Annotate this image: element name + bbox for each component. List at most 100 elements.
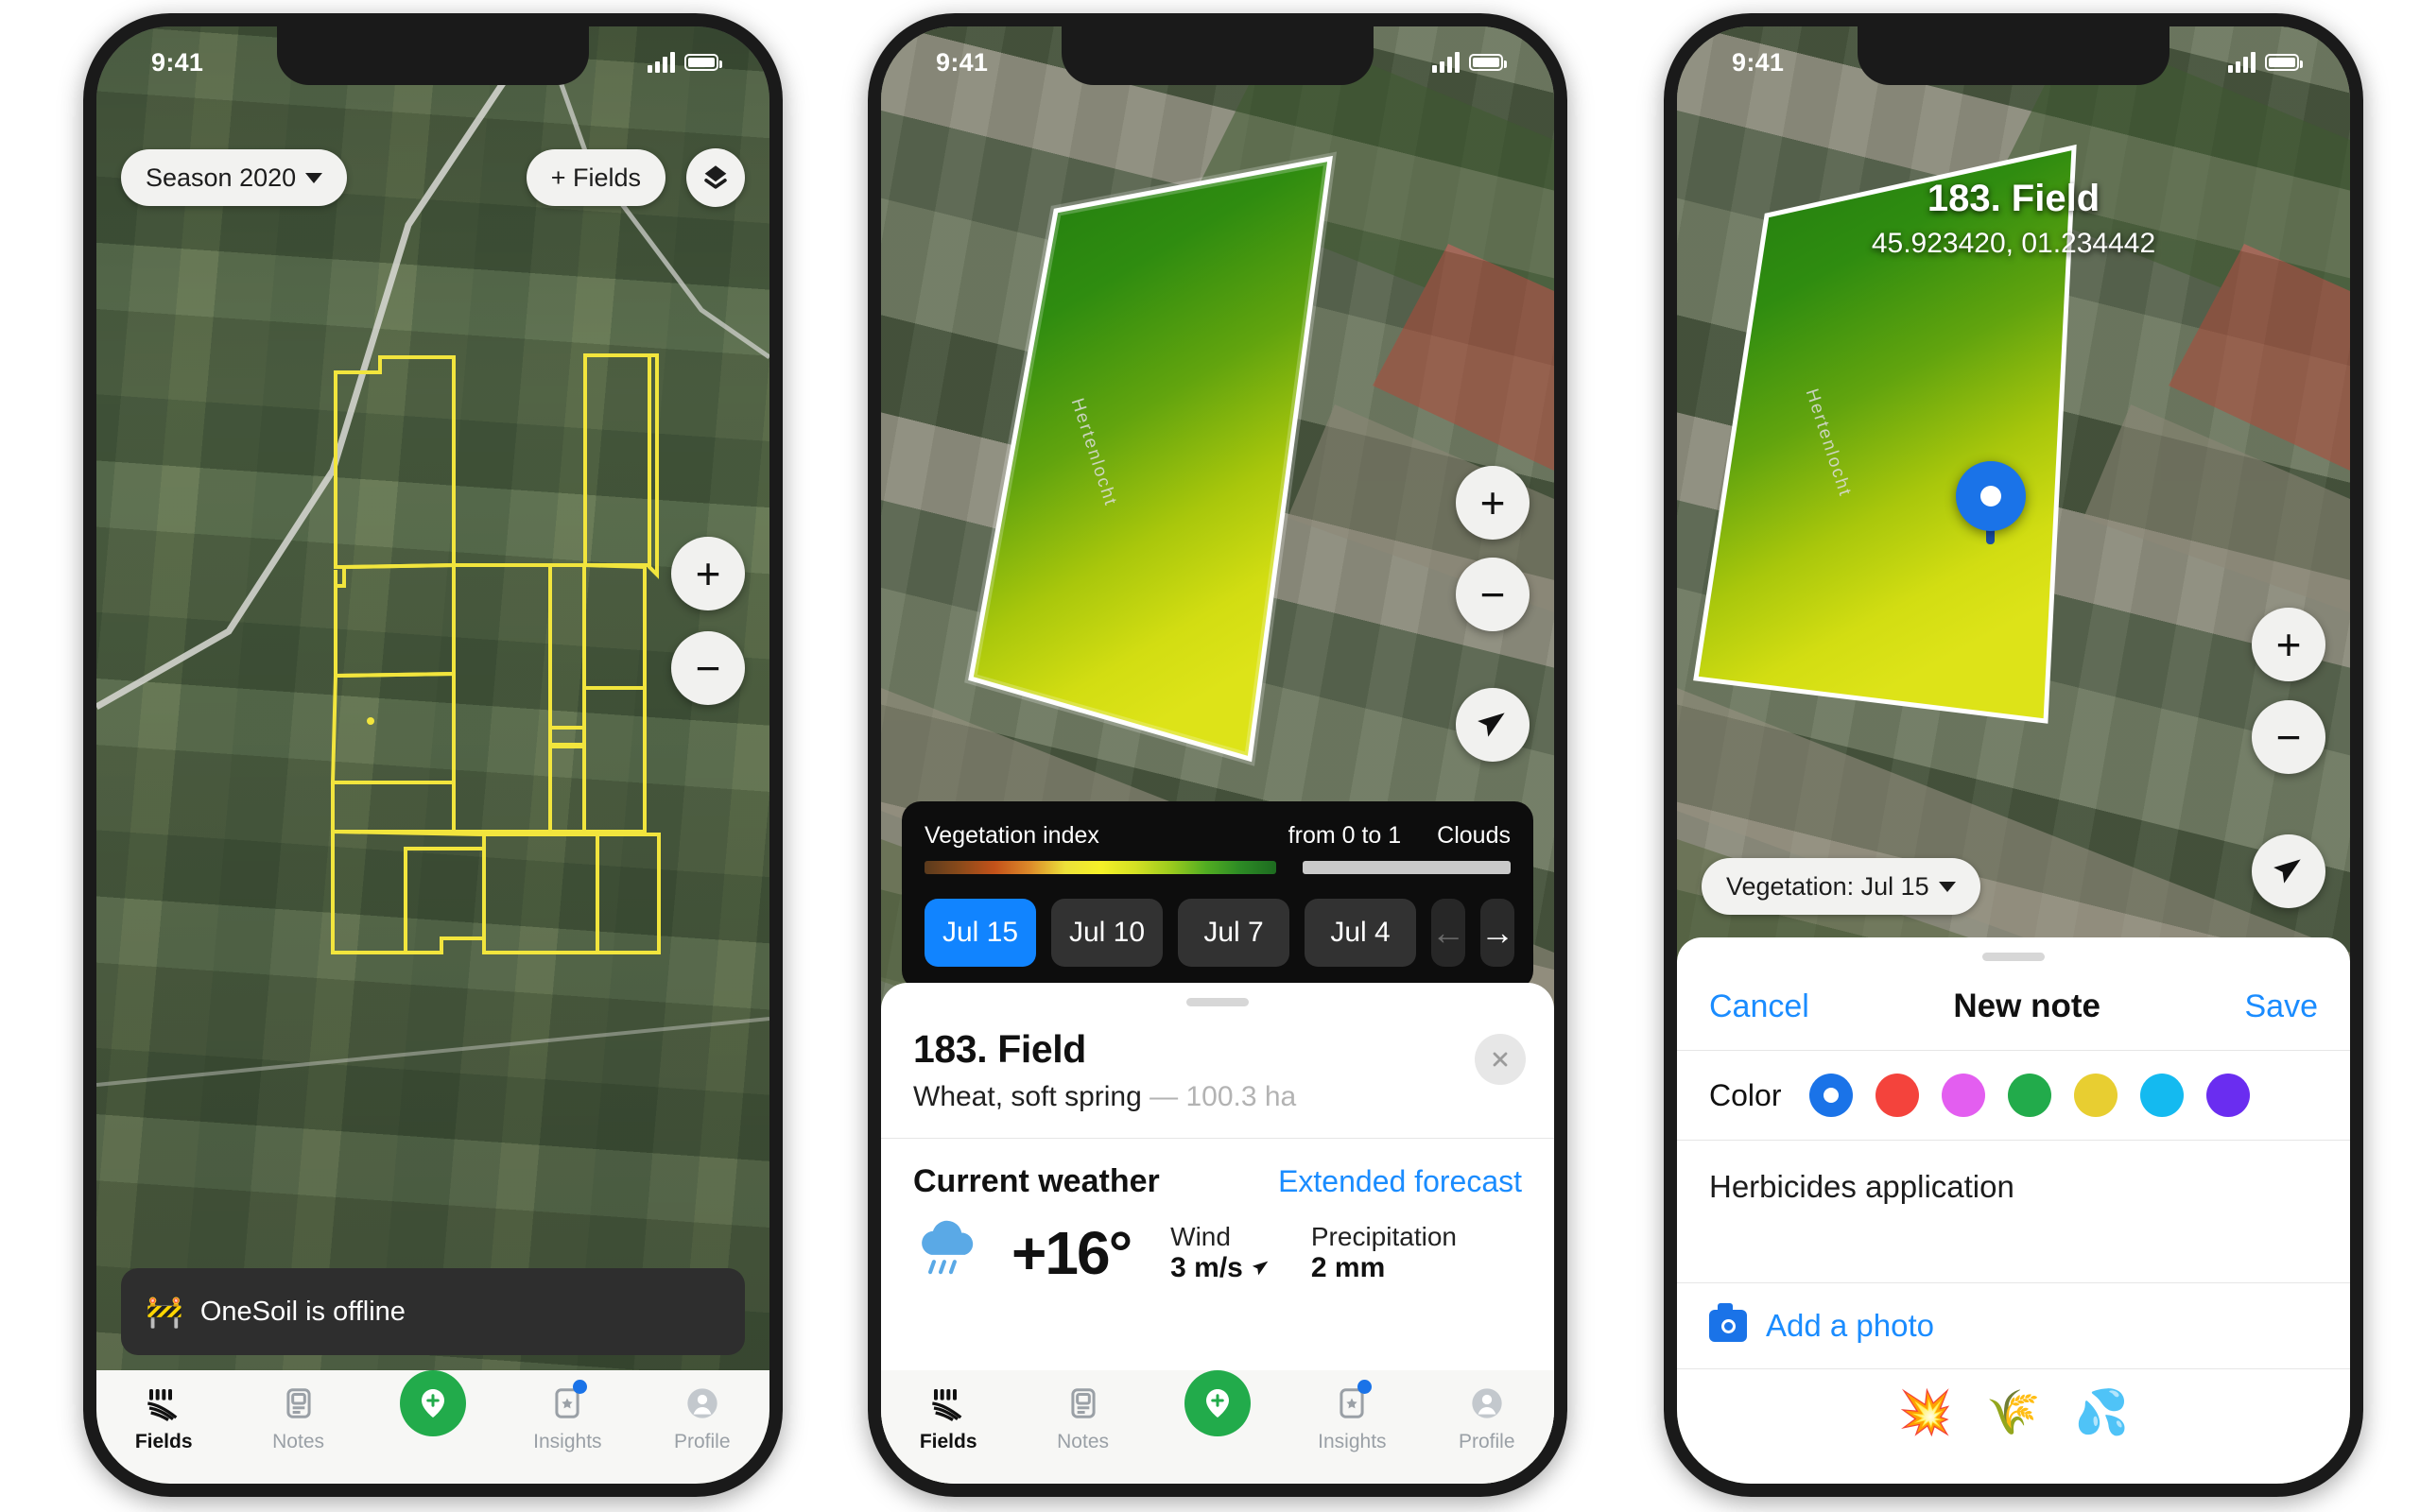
date-selector: Jul 15 Jul 10 Jul 7 Jul 4 ← → <box>925 899 1514 967</box>
note-sheet-grabber[interactable] <box>1982 953 2045 961</box>
tab-profile[interactable]: Profile <box>1428 1382 1546 1453</box>
color-swatch-green[interactable] <box>2008 1074 2052 1117</box>
sheet-grabber[interactable] <box>1186 998 1249 1006</box>
date-button[interactable]: Jul 10 <box>1051 899 1163 967</box>
signal-icon <box>2228 52 2256 73</box>
temperature-value: +16° <box>1011 1218 1132 1287</box>
tab-fields[interactable]: Fields <box>890 1382 1007 1453</box>
notes-icon <box>281 1382 317 1425</box>
signal-icon <box>648 52 675 73</box>
vegetation-legend-panel: Vegetation index from 0 to 1 Clouds Jul … <box>902 801 1533 989</box>
layers-button[interactable] <box>686 148 745 207</box>
status-bar-3: 9:41 <box>1677 26 2350 87</box>
phone-3-new-note: Hertenlocht 9:41 183. Field 45.923420, 0… <box>1664 13 2363 1497</box>
phone-2-field-detail: Hertenlocht 9:41 + − Vegetation index fr… <box>868 13 1567 1497</box>
explosion-emoji[interactable]: 💥 <box>1898 1386 1952 1438</box>
close-icon <box>1493 1052 1508 1067</box>
date-button[interactable]: Jul 4 <box>1305 899 1416 967</box>
field-bottom-sheet: 183. Field Wheat, soft spring — 100.3 ha… <box>881 983 1554 1484</box>
status-bar-1: 9:41 <box>96 26 769 87</box>
status-time: 9:41 <box>936 47 989 77</box>
color-picker-row: Color <box>1677 1051 2350 1140</box>
notes-icon <box>1065 1382 1101 1425</box>
vegetation-label: Vegetation: Jul 15 <box>1726 871 1929 901</box>
field-crop: Wheat, soft spring <box>913 1081 1142 1112</box>
add-photo-button[interactable]: Add a photo <box>1677 1283 2350 1368</box>
zoom-in-button-2[interactable]: + <box>1456 466 1530 540</box>
map-marker[interactable] <box>1956 461 2026 531</box>
weather-title: Current weather <box>913 1163 1160 1199</box>
locate-button-2[interactable] <box>1456 688 1530 762</box>
locate-button-3[interactable] <box>2252 834 2325 908</box>
note-text-input[interactable]: Herbicides application <box>1677 1141 2350 1282</box>
phone-1-fields-map: 9:41 Season 2020 + Fields + − 🚧 OneSoil … <box>83 13 783 1497</box>
tab-label: Insights <box>1318 1431 1387 1452</box>
wind-block: Wind 3 m/s <box>1170 1222 1271 1284</box>
zoom-in-label: + <box>695 548 721 598</box>
tab-add-field[interactable] <box>1159 1370 1276 1436</box>
ndvi-color-scale <box>925 861 1276 874</box>
satellite-map-overview[interactable] <box>96 26 769 1484</box>
color-swatch-red[interactable] <box>1876 1074 1920 1117</box>
tab-label: Insights <box>533 1431 602 1452</box>
color-swatch-blue-selected[interactable] <box>1809 1074 1854 1117</box>
camera-icon <box>1709 1303 1747 1342</box>
navigation-arrow-icon <box>1478 713 1505 737</box>
season-selector-button[interactable]: Season 2020 <box>121 149 348 206</box>
zoom-out-label: − <box>1479 569 1506 619</box>
profile-icon <box>1468 1382 1506 1425</box>
color-swatch-cyan[interactable] <box>2140 1074 2185 1117</box>
zoom-out-button-2[interactable]: − <box>1456 558 1530 631</box>
save-button[interactable]: Save <box>2244 988 2318 1025</box>
precipitation-value: 2 mm <box>1310 1251 1386 1283</box>
zoom-out-button-3[interactable]: − <box>2252 700 2325 774</box>
offline-text: OneSoil is offline <box>199 1296 406 1327</box>
plant-emoji[interactable]: 🌾 <box>1986 1386 2040 1438</box>
field-polygons[interactable] <box>96 26 769 1484</box>
date-button-selected[interactable]: Jul 15 <box>925 899 1036 967</box>
cancel-button[interactable]: Cancel <box>1709 988 1809 1025</box>
insights-icon <box>549 1380 588 1425</box>
tab-bar-1: Fields Notes Insights Profile <box>96 1370 769 1484</box>
add-fields-button[interactable]: + Fields <box>526 149 666 206</box>
zoom-in-button-3[interactable]: + <box>2252 608 2325 681</box>
prev-date-button[interactable]: ← <box>1431 899 1465 967</box>
add-pin-fab-icon <box>399 1370 466 1436</box>
tab-insights[interactable]: Insights <box>509 1380 626 1453</box>
insights-icon <box>1334 1380 1373 1425</box>
three-phone-mockup: 9:41 Season 2020 + Fields + − 🚧 OneSoil … <box>0 0 2420 1512</box>
signal-icon <box>1432 52 1460 73</box>
tab-label: Notes <box>272 1431 324 1452</box>
close-sheet-button[interactable] <box>1475 1034 1526 1085</box>
tab-bar-2: Fields Notes Insights Profile <box>881 1370 1554 1484</box>
extended-forecast-link[interactable]: Extended forecast <box>1278 1164 1522 1199</box>
field-dash: — <box>1150 1081 1179 1112</box>
fields-icon <box>929 1382 967 1425</box>
new-note-sheet: Cancel New note Save Color Herbicides ap <box>1677 937 2350 1484</box>
phone-3-screen: Hertenlocht 9:41 183. Field 45.923420, 0… <box>1677 26 2350 1484</box>
water-drops-emoji[interactable]: 💦 <box>2075 1386 2129 1438</box>
add-photo-label: Add a photo <box>1766 1308 1934 1343</box>
marker-center-dot <box>1980 486 2001 507</box>
navigation-arrow-icon <box>2273 859 2301 884</box>
zoom-out-button-1[interactable]: − <box>671 631 745 705</box>
tab-fields[interactable]: Fields <box>105 1382 222 1453</box>
color-swatch-purple[interactable] <box>2206 1074 2251 1117</box>
tab-notes[interactable]: Notes <box>1025 1382 1142 1453</box>
color-swatch-yellow[interactable] <box>2074 1074 2118 1117</box>
color-swatch-magenta[interactable] <box>1942 1074 1986 1117</box>
fields-icon <box>145 1382 182 1425</box>
layers-icon <box>704 165 727 189</box>
add-fields-label: + Fields <box>550 163 641 192</box>
tab-notes[interactable]: Notes <box>240 1382 357 1453</box>
battery-icon <box>684 54 722 71</box>
tab-profile[interactable]: Profile <box>644 1382 761 1453</box>
tab-insights[interactable]: Insights <box>1293 1380 1410 1453</box>
date-button[interactable]: Jul 7 <box>1178 899 1289 967</box>
vegetation-date-button[interactable]: Vegetation: Jul 15 <box>1702 858 1980 915</box>
rain-cloud-icon <box>913 1217 987 1288</box>
tab-add-field[interactable] <box>374 1370 492 1436</box>
zoom-in-button-1[interactable]: + <box>671 537 745 610</box>
next-date-button[interactable]: → <box>1480 899 1514 967</box>
field-overlay-label: 183. Field 45.923420, 01.234442 <box>1677 178 2350 260</box>
